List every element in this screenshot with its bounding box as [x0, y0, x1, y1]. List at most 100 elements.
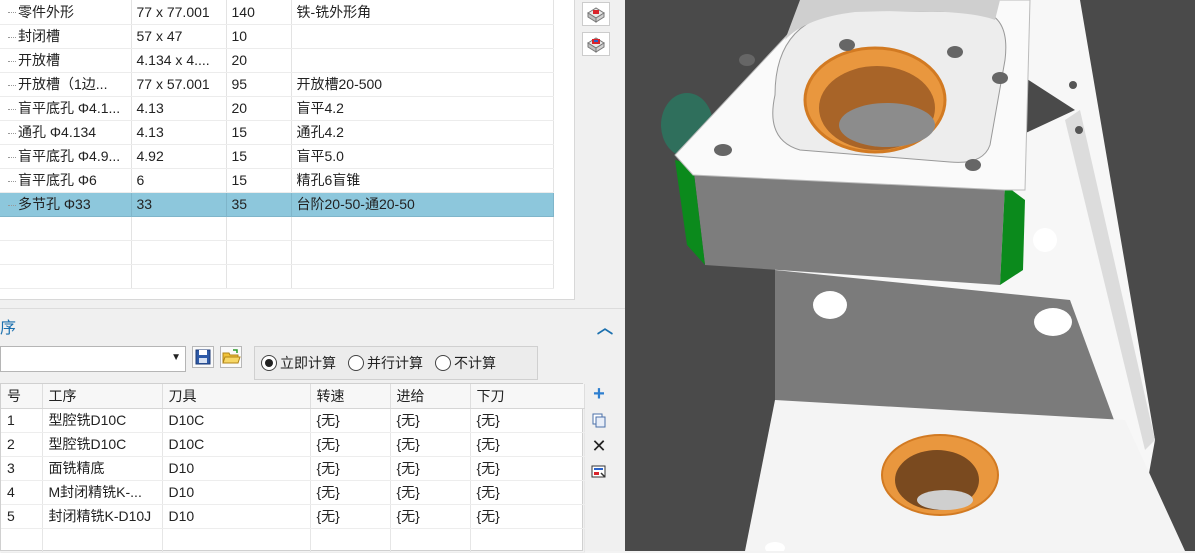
feature-cell: 盲平底孔 Φ6 [0, 168, 132, 193]
operation-cell: {无} [470, 456, 585, 481]
feature-cell: 封闭槽 [0, 24, 132, 49]
feature-cell: 零件外形 [0, 0, 132, 25]
operation-cell: 型腔铣D10C [42, 432, 163, 457]
op-column-header[interactable]: 下刀 [470, 384, 585, 409]
feature-cell: 台阶20-50-通20-50 [291, 192, 554, 217]
operation-cell: 2 [1, 432, 43, 457]
radio-label: 不计算 [454, 355, 496, 371]
3d-viewport[interactable] [625, 0, 1195, 551]
operation-cell: {无} [310, 504, 391, 529]
operation-cell: 1 [1, 408, 43, 433]
feature-cell: 35 [226, 192, 292, 217]
feature-cell: 开放槽 [0, 48, 132, 73]
open-folder-icon [222, 349, 241, 364]
operation-row[interactable]: 2 型腔铣D10C D10C {无} {无} {无} [1, 432, 585, 457]
feature-cell [226, 240, 292, 265]
operation-cell [162, 528, 311, 553]
operation-cell: 型腔铣D10C [42, 408, 163, 433]
operation-row[interactable]: 3 面铣精底 D10 {无} {无} {无} [1, 456, 585, 481]
feature-cell [226, 216, 292, 241]
feature-row[interactable]: 零件外形 77 x 77.001 140 铁-铣外形角 [0, 0, 554, 25]
operation-cell [310, 528, 391, 553]
feature-cell: 铁-铣外形角 [291, 0, 554, 25]
operation-cell: {无} [310, 456, 391, 481]
feature-cell: 4.92 [131, 144, 227, 169]
feature-cell: 4.13 [131, 120, 227, 145]
cad-model [661, 0, 1185, 551]
radio-label: 并行计算 [367, 355, 423, 371]
radio-button-icon[interactable] [261, 355, 277, 371]
feature-cell: 33 [131, 192, 227, 217]
operation-cell: 3 [1, 456, 43, 481]
operation-cell: D10C [162, 432, 311, 457]
op-column-header[interactable]: 号 [1, 384, 43, 409]
feature-cell [291, 240, 554, 265]
feature-row[interactable]: 盲平底孔 Φ4.1... 4.13 20 盲平4.2 [0, 96, 554, 121]
op-column-header[interactable]: 进给 [390, 384, 471, 409]
save-icon [195, 349, 211, 365]
feature-cell [291, 24, 554, 49]
operation-cell: D10C [162, 408, 311, 433]
feature-edit-icon[interactable] [582, 32, 610, 56]
feature-row[interactable] [0, 240, 554, 265]
feature-cell [226, 264, 292, 289]
radio-calc-mode-1[interactable]: 并行计算 [348, 353, 423, 373]
feature-cell: 15 [226, 120, 292, 145]
radio-calc-mode-2[interactable]: 不计算 [435, 353, 496, 373]
feature-cell: 开放槽（1边... [0, 72, 132, 97]
process-template-combo[interactable]: ▼ [0, 346, 186, 372]
feature-cell [291, 48, 554, 73]
copy-icon[interactable] [588, 409, 610, 431]
feature-cell: 20 [226, 96, 292, 121]
operation-cell: 面铣精底 [42, 456, 163, 481]
operation-cell: {无} [470, 504, 585, 529]
operation-cell: {无} [390, 480, 471, 505]
operation-row[interactable]: 5 封闭精铣K-D10J D10 {无} {无} {无} [1, 504, 585, 529]
process-section-title: 序 [0, 320, 17, 337]
feature-row[interactable]: 多节孔 Φ33 33 35 台阶20-50-通20-50 [0, 192, 554, 217]
open-folder-button[interactable] [220, 346, 242, 368]
radio-calc-mode-0[interactable]: 立即计算 [261, 353, 336, 373]
save-button[interactable] [192, 346, 214, 368]
op-column-header[interactable]: 刀具 [162, 384, 311, 409]
feature-view-icon[interactable] [582, 2, 610, 26]
feature-row[interactable]: 开放槽 4.134 x 4.... 20 [0, 48, 554, 73]
delete-icon[interactable]: ✕ [588, 435, 610, 457]
feature-cell: 4.134 x 4.... [131, 48, 227, 73]
feature-cell: 95 [226, 72, 292, 97]
add-icon[interactable]: + [588, 383, 610, 405]
feature-cell: 通孔4.2 [291, 120, 554, 145]
operation-row[interactable]: 1 型腔铣D10C D10C {无} {无} {无} [1, 408, 585, 433]
feature-row[interactable] [0, 216, 554, 241]
chevron-up-icon[interactable]: ︿ [597, 314, 613, 338]
operation-table: 号工序 刀具 转速 进给 下刀 1 型腔铣D10C D10C {无} {无} {无} 2 型腔铣D10… [0, 383, 585, 553]
feature-cell: 15 [226, 144, 292, 169]
operation-row[interactable] [1, 528, 585, 553]
feature-cell: 20 [226, 48, 292, 73]
panel-divider [0, 308, 625, 309]
feature-cell: 盲平4.2 [291, 96, 554, 121]
feature-cell: 开放槽20-500 [291, 72, 554, 97]
feature-cell [131, 264, 227, 289]
operation-row[interactable]: 4 M封闭精铣K-... D10 {无} {无} {无} [1, 480, 585, 505]
feature-cell: 140 [226, 0, 292, 25]
op-column-header[interactable]: 转速 [310, 384, 391, 409]
feature-cell: 通孔 Φ4.134 [0, 120, 132, 145]
operation-cell: M封闭精铣K-... [42, 480, 163, 505]
export-icon[interactable] [588, 461, 610, 483]
feature-row[interactable]: 封闭槽 57 x 47 10 [0, 24, 554, 49]
operation-cell [390, 528, 471, 553]
feature-row[interactable]: 盲平底孔 Φ6 6 15 精孔6盲锥 [0, 168, 554, 193]
feature-cell: 57 x 47 [131, 24, 227, 49]
feature-row[interactable]: 开放槽（1边... 77 x 57.001 95 开放槽20-500 [0, 72, 554, 97]
radio-button-icon[interactable] [435, 355, 451, 371]
feature-row[interactable] [0, 264, 554, 289]
feature-row[interactable]: 盲平底孔 Φ4.9... 4.92 15 盲平5.0 [0, 144, 554, 169]
feature-table-grid: 零件外形 77 x 77.001 140 铁-铣外形角 封闭槽 57 x 47 10 开放槽 4… [0, 0, 554, 289]
radio-button-icon[interactable] [348, 355, 364, 371]
op-column-header[interactable]: 工序 [42, 384, 163, 409]
feature-row[interactable]: 通孔 Φ4.134 4.13 15 通孔4.2 [0, 120, 554, 145]
operation-cell: D10 [162, 480, 311, 505]
operation-cell: {无} [470, 432, 585, 457]
operation-cell [470, 528, 585, 553]
